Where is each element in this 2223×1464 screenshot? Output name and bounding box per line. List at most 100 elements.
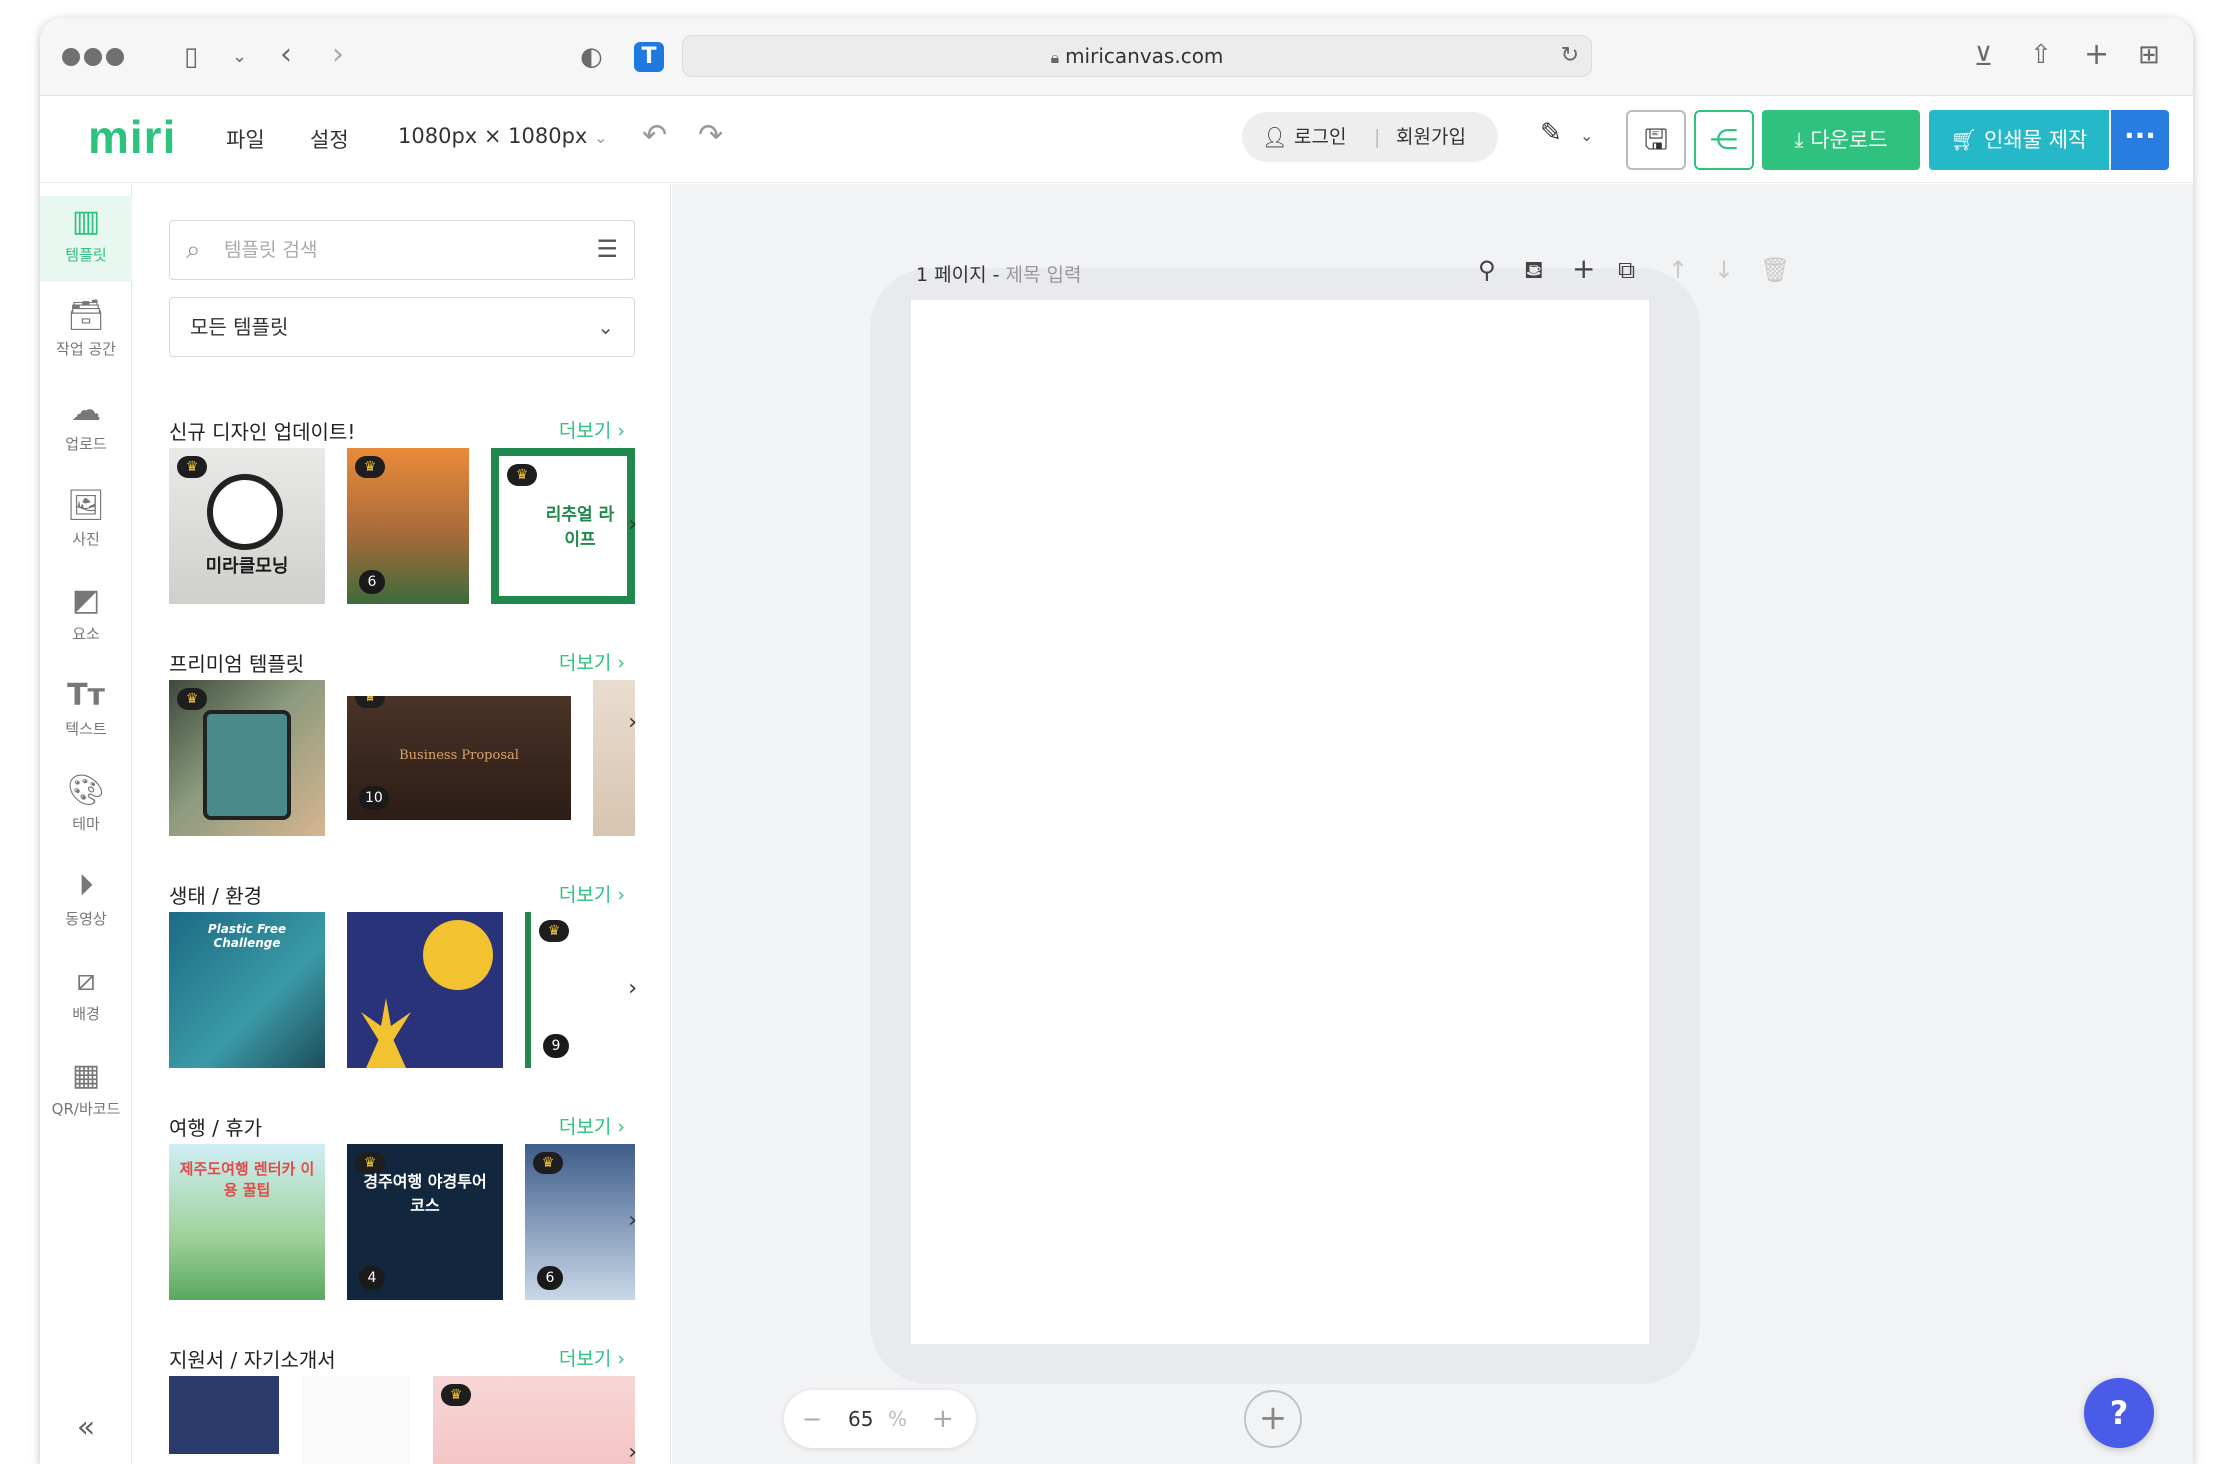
menu-file[interactable]: 파일 — [226, 124, 265, 154]
zoom-value[interactable]: 65 — [848, 1390, 873, 1448]
template-thumbnail[interactable]: ♛ Business Proposal 10 — [347, 696, 571, 820]
crown-icon: ♛ — [177, 456, 207, 478]
template-thumbnail[interactable]: ♛ 6 — [347, 448, 469, 604]
design-page-canvas[interactable] — [911, 300, 1649, 1344]
redo-icon[interactable]: ↷ — [698, 118, 723, 153]
canvas-size-dropdown[interactable]: 1080px × 1080px ⌄ — [398, 124, 607, 148]
template-filter-select[interactable]: 모든 템플릿 ⌄ — [169, 297, 635, 357]
template-thumbnail[interactable]: ♛ 리추얼 라이프 — [491, 448, 635, 604]
print-button[interactable]: 🛒︎ 인쇄물 제작 — [1929, 110, 2109, 170]
chevron-down-icon[interactable]: ⌄ — [232, 42, 247, 72]
signup-button[interactable]: 회원가입 — [1396, 112, 1466, 162]
crown-icon: ♛ — [507, 464, 537, 486]
reload-icon[interactable]: ↻ — [1561, 36, 1579, 76]
template-thumbnail[interactable] — [169, 1376, 279, 1464]
shapes-icon: ◩ — [71, 583, 101, 618]
tab-overview-icon[interactable]: ⊞ — [2138, 40, 2160, 70]
save-icon: 🖫︎ — [1644, 123, 1668, 156]
minimize-window-button[interactable] — [84, 48, 102, 66]
scroll-right-icon[interactable]: › — [628, 512, 637, 537]
more-button[interactable]: ··· — [2111, 110, 2169, 170]
move-up-icon[interactable]: ↑ — [1668, 256, 1688, 284]
sidebar-item-template[interactable]: ▥ 템플릿 — [40, 196, 132, 282]
thumbnail-text: Business Proposal — [399, 748, 519, 763]
undo-icon[interactable]: ↶ — [642, 118, 667, 153]
login-button[interactable]: 로그인 — [1294, 112, 1346, 162]
shield-icon[interactable]: ◐ — [580, 42, 603, 72]
template-thumbnail[interactable]: 제주도여행 렌터카 이용 꿀팁 — [169, 1144, 325, 1300]
back-icon[interactable]: ‹ — [280, 40, 292, 70]
logo[interactable]: miri — [88, 110, 176, 164]
collapse-sidebar-button[interactable]: « — [40, 1410, 132, 1445]
sidebar-item-theme[interactable]: 🎨︎ 테마 — [40, 765, 132, 851]
template-thumbnail[interactable] — [593, 680, 635, 836]
paint-bucket-icon[interactable]: ⛾ — [1524, 256, 1544, 287]
sidebar-item-upload[interactable]: ☁︎ 업로드 — [40, 385, 132, 471]
help-button[interactable]: ? — [2084, 1378, 2154, 1448]
scroll-right-icon[interactable]: › — [628, 976, 637, 1001]
template-thumbnail[interactable] — [347, 912, 503, 1068]
scroll-right-icon[interactable]: › — [628, 1208, 637, 1233]
download-icon[interactable]: ⊻ — [1974, 42, 1993, 72]
share-button[interactable]: ⋲ — [1694, 110, 1754, 170]
more-link[interactable]: 더보기 › — [559, 416, 625, 443]
sidebar-item-photo[interactable]: 🖼︎ 사진 — [40, 480, 132, 566]
menu-settings[interactable]: 설정 — [310, 124, 349, 154]
sidebar-item-video[interactable]: ⏵︎ 동영상 — [40, 860, 132, 946]
auth-group: 👤︎ 로그인 | 회원가입 — [1242, 112, 1498, 162]
sidebar-item-workspace[interactable]: 🗃︎ 작업 공간 — [40, 290, 132, 376]
template-thumbnail[interactable]: Plastic Free Challenge — [169, 912, 325, 1068]
sidebar-item-qr[interactable]: ▦ QR/바코드 — [40, 1050, 132, 1136]
magic-wand-icon[interactable]: ⚲ — [1478, 256, 1496, 284]
sidebar-item-elements[interactable]: ◩ 요소 — [40, 575, 132, 661]
page-count-badge: 9 — [543, 1034, 569, 1058]
scroll-right-icon[interactable]: › — [628, 1440, 637, 1464]
add-page-icon[interactable]: + — [1572, 252, 1595, 285]
save-button[interactable]: 🖫︎ — [1626, 110, 1686, 170]
address-bar[interactable]: 🔒︎ miricanvas.com ↻ — [682, 35, 1592, 77]
more-link[interactable]: 더보기 › — [559, 880, 625, 907]
forward-icon[interactable]: › — [332, 40, 344, 70]
download-button[interactable]: ⤓ 다운로드 — [1762, 110, 1920, 170]
sidebar-toggle-icon[interactable]: ▯ — [184, 42, 198, 72]
section-title: 프리미엄 템플릿 — [169, 652, 305, 676]
close-window-button[interactable] — [62, 48, 80, 66]
zoom-window-button[interactable] — [106, 48, 124, 66]
filter-icon[interactable]: ☰ — [596, 235, 618, 263]
template-section: 프리미엄 템플릿 더보기 › ♛ ♛ Business Proposal 10 … — [169, 648, 637, 838]
add-page-button[interactable]: + — [1244, 1390, 1302, 1448]
template-thumbnail[interactable]: ♛ — [433, 1376, 635, 1464]
duplicate-page-icon[interactable]: ⧉ — [1618, 256, 1635, 284]
chevron-down-icon[interactable]: ⌄ — [1580, 126, 1593, 145]
move-down-icon[interactable]: ↓ — [1714, 256, 1734, 284]
scroll-right-icon[interactable]: › — [628, 710, 637, 735]
more-link[interactable]: 더보기 › — [559, 1112, 625, 1139]
template-thumbnail[interactable] — [301, 1376, 411, 1464]
sidebar-item-background[interactable]: ⧄ 배경 — [40, 955, 132, 1041]
more-link[interactable]: 더보기 › — [559, 1344, 625, 1371]
template-thumbnail[interactable]: ♛ 미라클모닝 — [169, 448, 325, 604]
zoom-in-button[interactable]: + — [932, 1390, 954, 1448]
sidebar-item-text[interactable]: Tт 텍스트 — [40, 670, 132, 756]
chevron-down-icon: ⌄ — [597, 315, 614, 339]
section-title: 여행 / 휴가 — [169, 1116, 263, 1140]
template-thumbnail[interactable]: ♛ — [169, 680, 325, 836]
share-icon[interactable]: ⇧ — [2030, 40, 2052, 70]
new-tab-icon[interactable]: + — [2084, 40, 2109, 70]
template-thumbnail[interactable]: ♛ 6 — [525, 1144, 635, 1300]
zoom-out-button[interactable]: − — [802, 1390, 822, 1448]
template-thumbnail[interactable]: ♛ 9 — [525, 912, 635, 1068]
trash-icon[interactable]: 🗑︎ — [1760, 256, 1790, 284]
user-icon: 👤︎ — [1262, 125, 1288, 149]
pen-icon[interactable]: ✎ — [1540, 118, 1562, 148]
more-label: 더보기 — [558, 420, 612, 442]
page-count-badge: 6 — [537, 1266, 563, 1290]
search-icon: ⌕ — [186, 235, 201, 265]
archive-icon: 🗃︎ — [66, 298, 106, 333]
template-thumbnail[interactable]: ♛ 경주여행 야경투어코스 4 — [347, 1144, 503, 1300]
more-label: 더보기 — [558, 1116, 612, 1138]
search-input[interactable] — [224, 233, 564, 267]
more-link[interactable]: 더보기 › — [559, 648, 625, 675]
extension-t-icon[interactable]: T — [634, 42, 664, 72]
page-title-input[interactable]: 제목 입력 — [1006, 264, 1082, 286]
